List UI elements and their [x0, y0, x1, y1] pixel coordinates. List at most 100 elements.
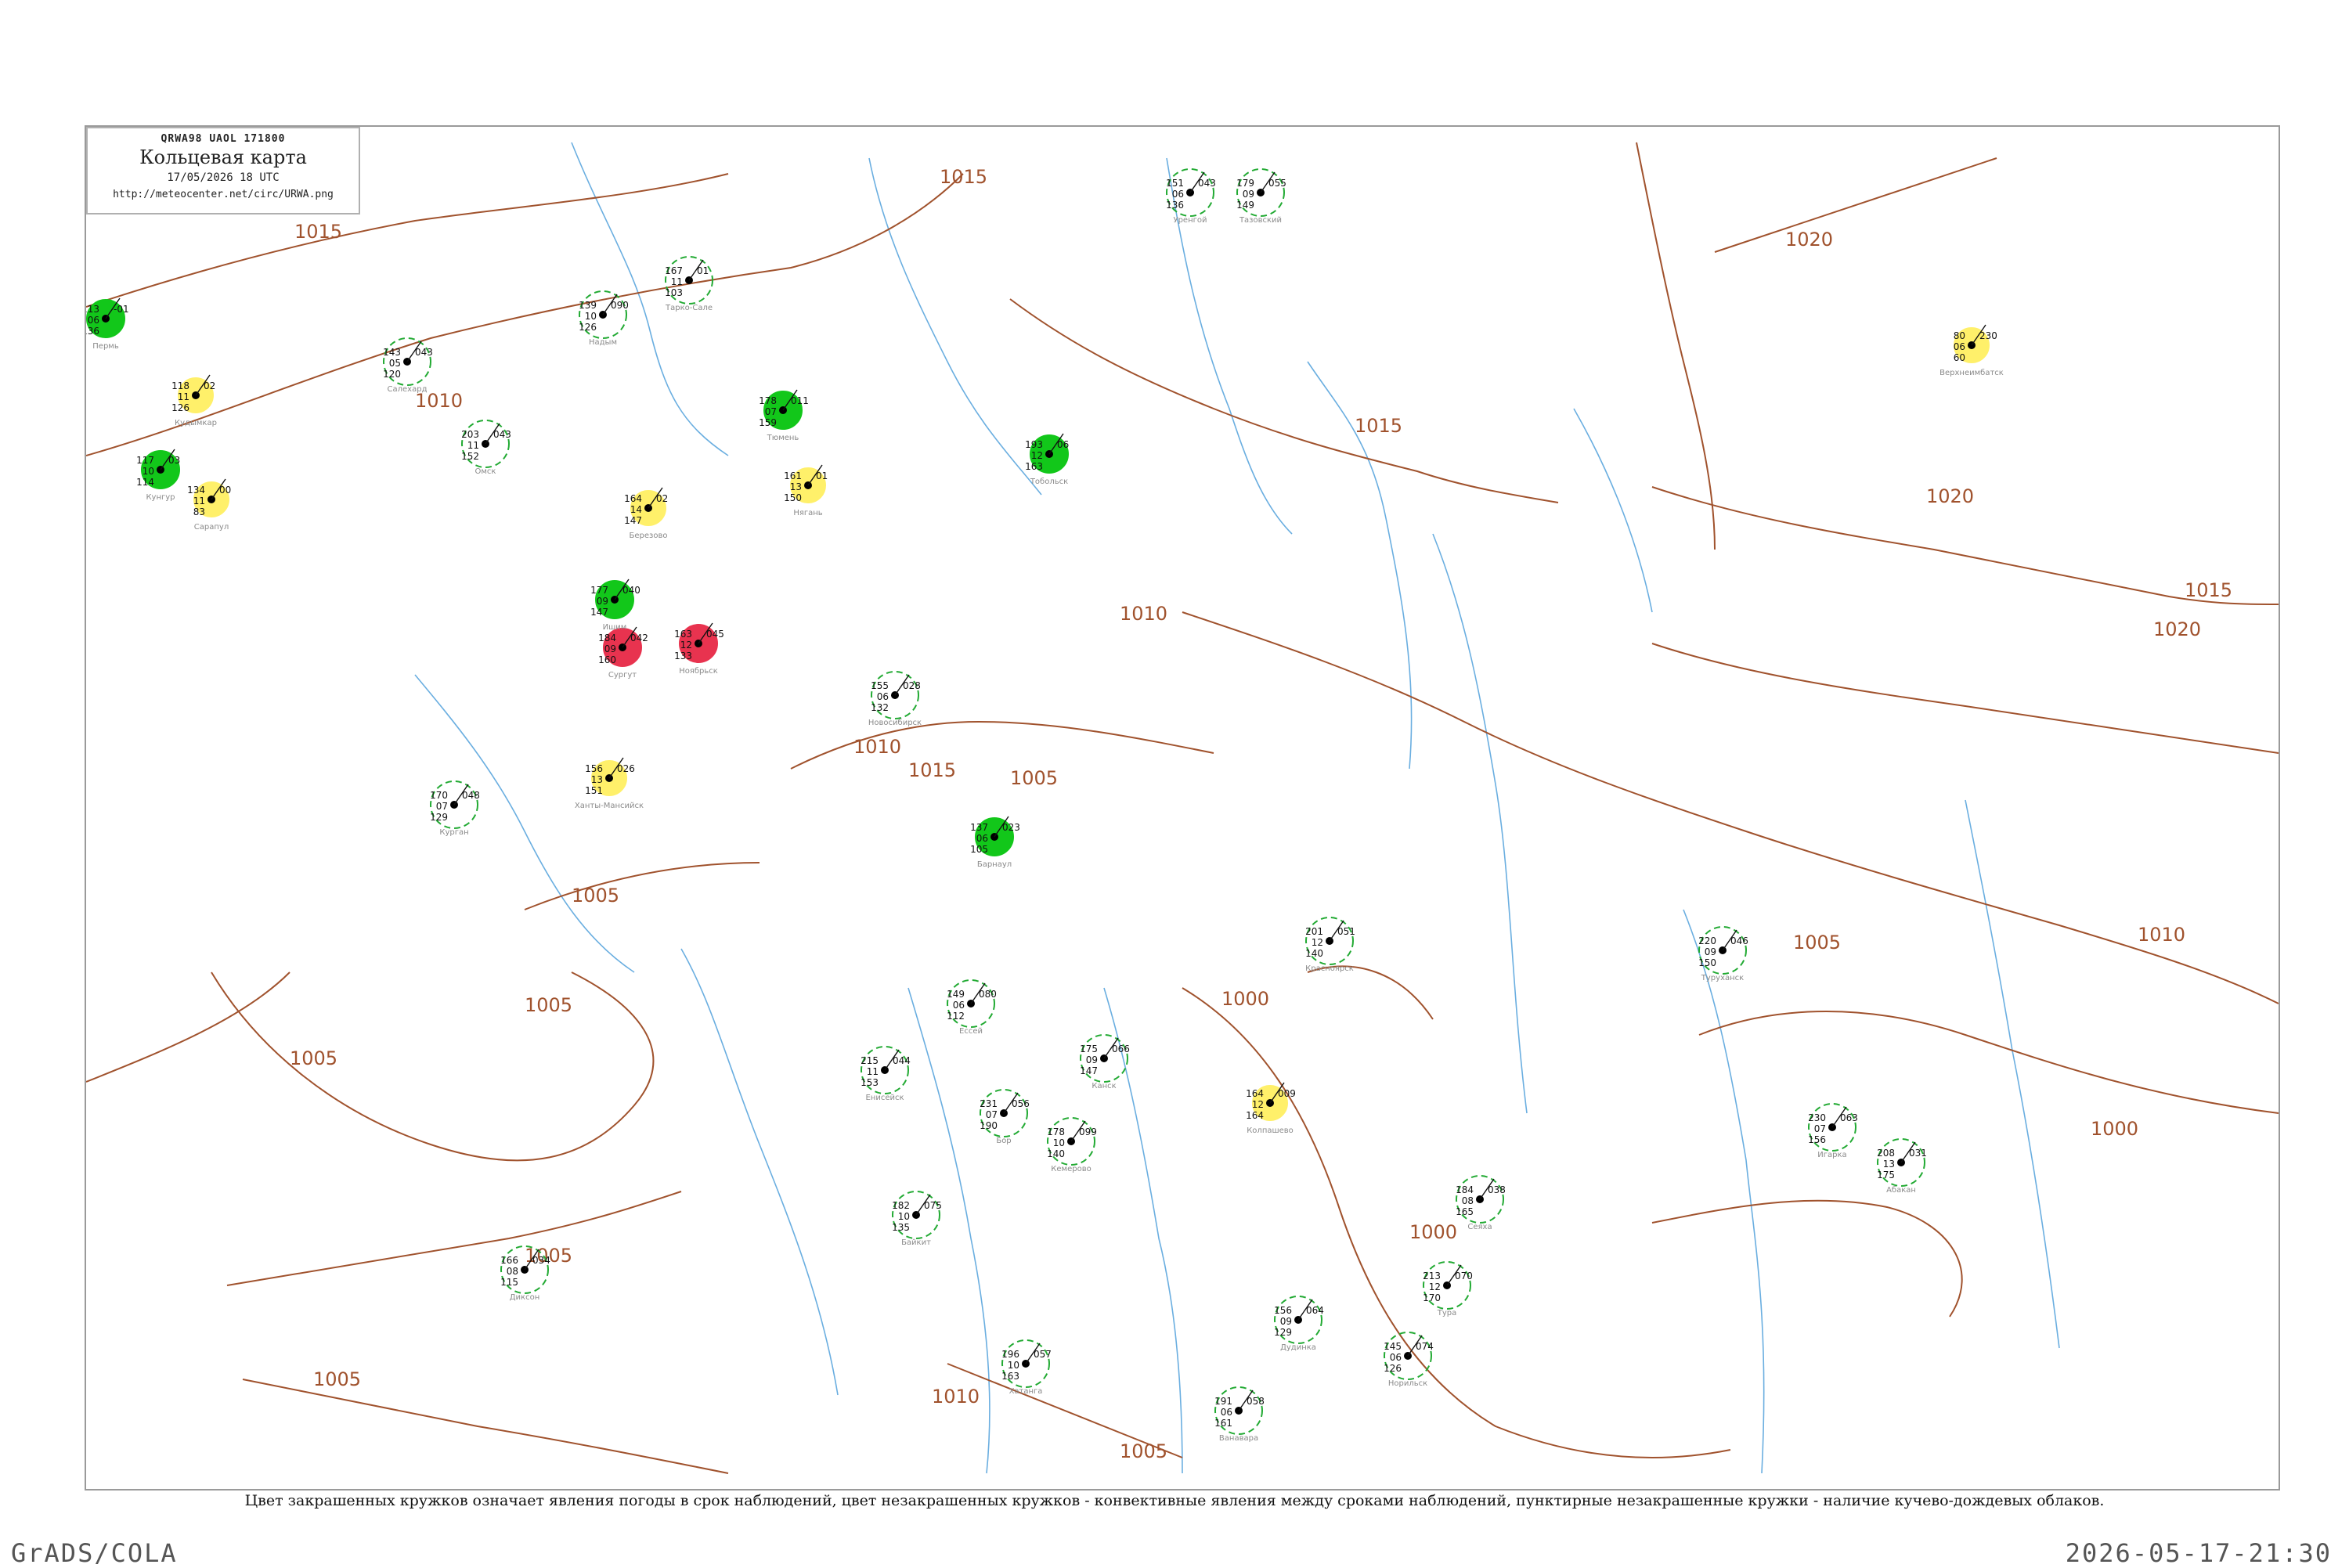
- station-temperature: 134: [187, 485, 205, 496]
- station-name: Тазовский: [1239, 216, 1282, 225]
- station-temperature: 117: [136, 455, 154, 466]
- station-27[interactable]: 23007156 063 Игарка: [1808, 1103, 1858, 1159]
- station-36[interactable]: 14305120 043 Салехард: [383, 337, 433, 394]
- station-temperature: 215: [861, 1055, 879, 1066]
- isobar-label: 1020: [1926, 485, 1974, 507]
- station-23[interactable]: 17509147 066 Канск: [1080, 1034, 1130, 1090]
- station-tendency: 011: [791, 395, 809, 406]
- station-2[interactable]: 1171011403Кунгур: [136, 449, 180, 502]
- station-3[interactable]: 134118300Сарапул: [187, 478, 231, 532]
- station-tendency: 099: [1079, 1126, 1097, 1137]
- station-17[interactable]: 17007129 048 Курган: [430, 780, 480, 837]
- station-dewpoint: 09: [597, 596, 608, 607]
- isobar-layer: [86, 142, 2279, 1474]
- isobar-label: 1005: [290, 1047, 337, 1069]
- river-5: [680, 948, 839, 1396]
- isobar-11: [86, 971, 290, 1083]
- station-25[interactable]: 23107190 056 Бор: [980, 1089, 1030, 1145]
- station-dewpoint: 11: [193, 496, 205, 506]
- station-pressure: 190: [980, 1120, 998, 1131]
- station-name: Тарко-Сале: [665, 304, 713, 312]
- isobar-label: 1005: [1120, 1440, 1167, 1462]
- isobar-17: [242, 1379, 729, 1474]
- station-name: Сургут: [608, 671, 637, 679]
- station-name: Ванавара: [1219, 1434, 1258, 1443]
- station-15[interactable]: 20311152 043 Омск: [461, 420, 511, 476]
- station-26[interactable]: 22009150 046 Туруханск: [1698, 926, 1748, 982]
- isobar-label: 1005: [313, 1368, 361, 1390]
- station-16[interactable]: 17709147 040 Ишим: [590, 579, 640, 632]
- station-18[interactable]: 15506132 028 Новосибирск: [868, 671, 922, 727]
- station-33[interactable]: 14906112 080 Ессей: [947, 979, 997, 1036]
- station-39[interactable]: 18408165 038 Сеяха: [1456, 1175, 1506, 1231]
- station-7[interactable]: 16412164 009 Колпашево: [1246, 1082, 1296, 1135]
- station-22[interactable]: 20112140 051 Красноярск: [1305, 917, 1355, 973]
- station-0[interactable]: 11306136 -01 Пермь: [86, 297, 129, 351]
- station-name: Туруханск: [1701, 974, 1744, 982]
- station-temperature: 184: [598, 633, 616, 643]
- station-tendency: 057: [1034, 1349, 1052, 1360]
- station-temperature: 182: [892, 1200, 910, 1211]
- station-pressure: 126: [579, 322, 597, 333]
- station-9[interactable]: 18409160 042 Сургут: [598, 626, 648, 679]
- river-2: [1166, 157, 1293, 535]
- station-38[interactable]: 17909149 055 Тазовский: [1236, 168, 1286, 225]
- station-name: Абакан: [1886, 1186, 1916, 1195]
- station-temperature: 170: [430, 790, 448, 801]
- station-1[interactable]: 1181112602Кудымкар: [171, 374, 217, 427]
- station-name: Колпашево: [1247, 1126, 1294, 1135]
- station-34[interactable]: 19610163 057 Хатанга: [1001, 1339, 1052, 1396]
- isobar-label: 1005: [1010, 767, 1058, 789]
- station-name: Бор: [996, 1137, 1011, 1145]
- station-pressure: 136: [1166, 200, 1184, 211]
- station-dewpoint: 07: [1814, 1123, 1826, 1134]
- station-14[interactable]: 17807159 011 Тюмень: [759, 389, 809, 442]
- station-pressure: 105: [970, 844, 988, 855]
- station-tendency: 042: [630, 633, 648, 643]
- station-temperature: 137: [970, 822, 988, 833]
- station-8[interactable]: 800660 230 Верхнеимбатск: [1939, 324, 2004, 377]
- station-37[interactable]: 15106136 043 Уренгой: [1166, 168, 1216, 225]
- station-29[interactable]: 14506126 074 Норильск: [1384, 1332, 1434, 1388]
- station-temperature: 178: [1047, 1126, 1065, 1137]
- station-21[interactable]: 20813175 031 Абакан: [1877, 1138, 1927, 1195]
- station-tendency: -01: [114, 304, 129, 315]
- station-31[interactable]: 21312170 070 Тура: [1423, 1261, 1473, 1317]
- station-tendency: 009: [1278, 1088, 1296, 1099]
- station-pressure: 163: [1001, 1371, 1019, 1382]
- isobar-label: 1010: [853, 736, 901, 758]
- station-name: Уренгой: [1173, 216, 1207, 225]
- station-pressure: 83: [193, 506, 205, 517]
- station-28[interactable]: 15609129 064 Дудинка: [1274, 1296, 1324, 1352]
- map-title-box: QRWA98 UAOL 171800 Кольцевая карта 17/05…: [86, 127, 360, 214]
- station-32[interactable]: 18210135 075 Байкит: [892, 1191, 942, 1247]
- river-7: [1103, 987, 1183, 1474]
- station-name: Тура: [1437, 1309, 1457, 1317]
- synoptic-map[interactable]: 1015 1010 1015 1020 1015 1020 1020 1015 1010 1005…: [85, 125, 2280, 1491]
- station-dewpoint: 12: [1312, 937, 1323, 948]
- station-pressure: 133: [674, 651, 692, 661]
- station-30[interactable]: 19106161 058 Ванавара: [1214, 1386, 1265, 1443]
- source-url[interactable]: http://meteocenter.net/circ/URWA.png: [88, 189, 359, 200]
- station-tendency: 230: [1979, 330, 1997, 341]
- isobar-label-layer: 1015101010151020101510201020101510101005…: [290, 166, 2232, 1462]
- station-13[interactable]: 1931216306Тобольск: [1025, 433, 1069, 486]
- station-6[interactable]: 15613151 026 Ханты-Мансийск: [575, 757, 644, 810]
- river-4: [1432, 533, 1528, 1114]
- station-name: Норильск: [1388, 1379, 1427, 1388]
- station-4[interactable]: 1611315001Нягань: [784, 464, 828, 517]
- station-10[interactable]: 16312133 045 Ноябрьск: [674, 622, 724, 676]
- station-24[interactable]: 21511153 044 Енисейск: [861, 1046, 911, 1102]
- station-name: Барнаул: [977, 860, 1012, 869]
- station-temperature: 164: [624, 493, 642, 504]
- station-tendency: 074: [1416, 1341, 1434, 1352]
- isobar-label: 1010: [932, 1386, 980, 1408]
- station-20[interactable]: 17810140 099 Кемерово: [1047, 1117, 1097, 1173]
- station-dewpoint: 10: [585, 311, 597, 322]
- station-19[interactable]: 13706105 023 Барнаул: [970, 816, 1020, 869]
- station-temperature: 156: [585, 763, 603, 774]
- station-5[interactable]: 1641414702Березово: [624, 487, 668, 540]
- map-canvas: 1015101010151020101510201020101510101005…: [86, 142, 2279, 1474]
- station-dewpoint: 09: [1243, 189, 1254, 200]
- station-temperature: 164: [1246, 1088, 1264, 1099]
